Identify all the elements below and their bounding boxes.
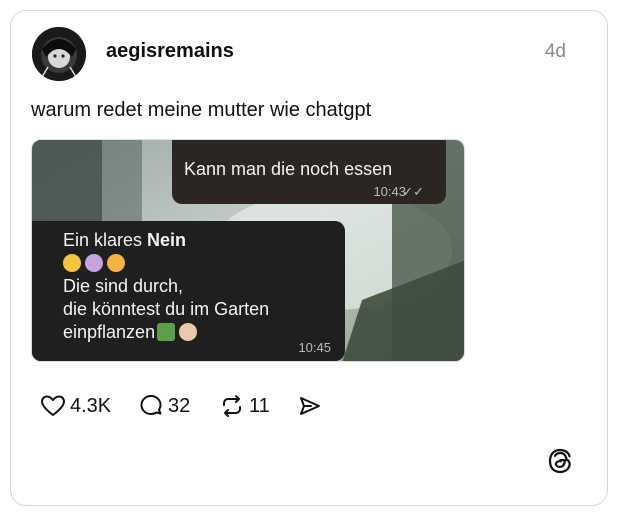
comment-icon bbox=[140, 395, 162, 415]
incoming-line-1-text: Ein klares bbox=[63, 230, 148, 250]
repost-button[interactable]: 11 bbox=[219, 392, 270, 420]
grinning-sweat-emoji-icon bbox=[63, 254, 81, 272]
post-image[interactable]: Kann man die noch essen 10:43 ✓✓ Ein kla… bbox=[31, 139, 465, 362]
avatar[interactable] bbox=[32, 27, 86, 81]
incoming-line-4: die könntest du im Garten bbox=[63, 299, 270, 319]
outgoing-message-text: Kann man die noch essen bbox=[184, 159, 393, 179]
reply-button[interactable]: 32 bbox=[138, 392, 190, 420]
reply-count: 32 bbox=[168, 394, 191, 417]
username[interactable]: aegisremains bbox=[106, 40, 234, 63]
heart-icon bbox=[41, 395, 65, 416]
incoming-line-5-text: einpflanzen bbox=[63, 322, 156, 342]
like-button[interactable]: 4.3K bbox=[40, 392, 111, 420]
incoming-line-1: Ein klares Nein bbox=[63, 229, 186, 251]
threads-logo-icon[interactable] bbox=[547, 447, 573, 475]
share-button[interactable] bbox=[298, 392, 322, 420]
repost-count: 11 bbox=[249, 394, 270, 417]
kissing-face-emoji-icon bbox=[107, 254, 125, 272]
repost-icon bbox=[223, 395, 241, 417]
post-caption: warum redet meine mutter wie chatgpt bbox=[31, 99, 372, 121]
like-count: 4.3K bbox=[70, 394, 112, 417]
herb-emoji-icon bbox=[157, 323, 176, 341]
incoming-message-bubble: Ein klares Nein Die sind durch, die könn… bbox=[32, 221, 345, 361]
post-time: 4d bbox=[544, 41, 566, 62]
woman-gesturing-emoji-icon bbox=[85, 254, 103, 272]
avatar-image bbox=[32, 27, 86, 81]
send-icon bbox=[300, 397, 320, 415]
read-ticks-icon: ✓✓ bbox=[402, 184, 424, 199]
incoming-line-3: Die sind durch, bbox=[63, 276, 184, 296]
outgoing-message-time: 10:43 bbox=[373, 184, 406, 199]
incoming-line-1-bold: Nein bbox=[147, 230, 187, 250]
incoming-message-time: 10:45 bbox=[298, 340, 331, 355]
clapping-hands-emoji-icon bbox=[179, 323, 198, 341]
incoming-line-5: einpflanzen bbox=[63, 321, 201, 343]
outgoing-message-bubble: Kann man die noch essen 10:43 ✓✓ bbox=[172, 140, 446, 204]
emoji-row bbox=[63, 252, 129, 274]
